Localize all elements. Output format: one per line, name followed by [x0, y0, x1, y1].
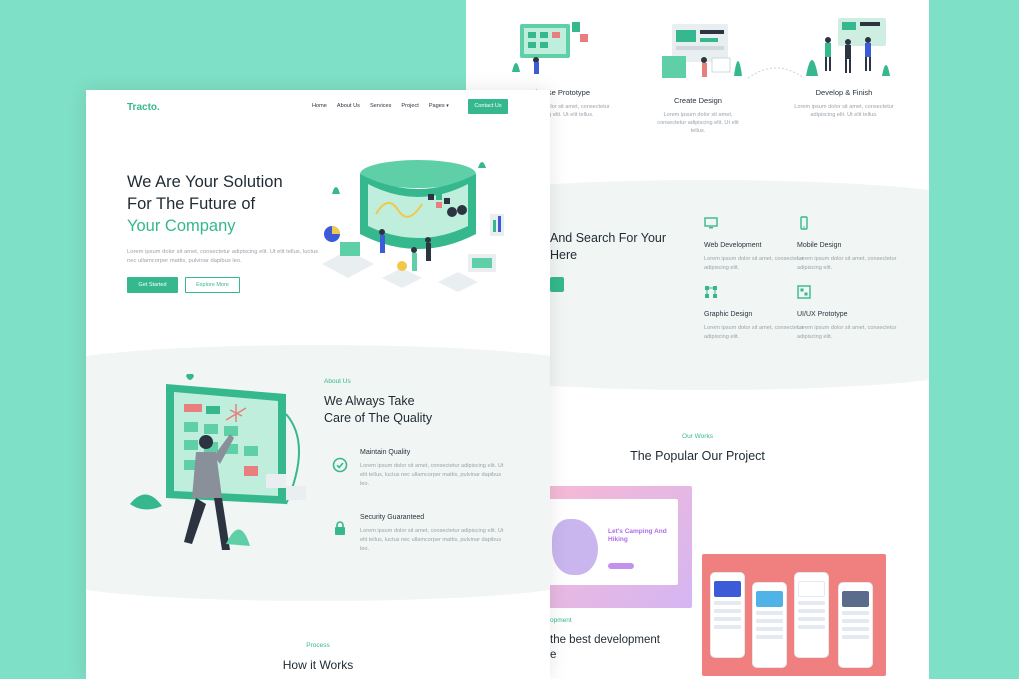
heading-line: the best development — [550, 634, 660, 646]
phone-mockup — [838, 582, 873, 668]
heading-line: e — [550, 649, 557, 661]
service-desc: Lorem ipsum dolor sit amet, consectetur … — [704, 256, 804, 271]
logo[interactable]: Tracto. — [127, 102, 160, 113]
nav-pages-label: Pages — [428, 103, 445, 109]
phone-mockup — [710, 572, 745, 658]
service-title: Web Development — [704, 242, 762, 249]
heading-line: Here — [550, 248, 578, 262]
monitor-icon — [704, 217, 718, 229]
project-preview-button — [608, 563, 634, 569]
nav-about-us[interactable]: About Us — [337, 103, 360, 109]
get-started-button[interactable]: Get Started — [127, 277, 178, 293]
step-desc: Lorem ipsum dolor sit amet, consectetur … — [794, 104, 894, 118]
nav-pages[interactable]: Pages ▾ — [429, 103, 449, 109]
check-circle-icon — [332, 457, 348, 473]
explore-more-button[interactable]: Explore More — [185, 277, 240, 293]
ui-ux-icon — [797, 285, 811, 299]
nav-project[interactable]: Project — [401, 103, 418, 109]
service-desc: Lorem ipsum dolor sit amet, consectetur … — [797, 256, 897, 271]
process-title: How it Works — [282, 658, 354, 672]
hero-line-accent: Your Company — [127, 217, 236, 235]
about-kicker: About Us — [324, 378, 351, 385]
project-card-mobile-app[interactable] — [702, 554, 886, 676]
project-preview-title: Let's Camping And Hiking — [608, 528, 667, 543]
hero-line: We Are Your Solution — [127, 173, 283, 191]
service-graphic-design: Graphic Design Lorem ipsum dolor sit ame… — [704, 285, 804, 342]
chevron-down-icon: ▾ — [446, 103, 449, 109]
project-card-camping[interactable]: Let's Camping And Hiking — [548, 486, 692, 608]
front-page-preview: Tracto. Home About Us Services Project P… — [86, 90, 550, 679]
main-nav: Home About Us Services Project Pages ▾ — [312, 103, 449, 109]
hero-title: We Are Your Solution For The Future of Y… — [127, 171, 283, 237]
mountain-illustration — [552, 519, 598, 575]
develop-finish-illustration — [806, 18, 890, 76]
phone-mockup — [752, 582, 787, 668]
service-title: Mobile Design — [797, 242, 842, 249]
contact-us-button[interactable]: Contact Us — [468, 99, 508, 114]
process-kicker: Process — [306, 642, 330, 649]
services-button-partial[interactable] — [550, 277, 564, 292]
hero-illustration — [322, 160, 504, 292]
heading-line: And Search For Your — [550, 231, 667, 245]
lock-icon — [335, 521, 345, 535]
services-heading: And Search For Your Here — [550, 230, 666, 264]
choose-prototype-illustration — [512, 22, 588, 74]
create-design-illustration — [662, 24, 742, 78]
development-title: the best development e — [550, 633, 660, 663]
step-create-design: Create Design Lorem ipsum dolor sit amet… — [652, 92, 744, 135]
hero-line: For The Future of — [127, 195, 256, 213]
steps-connector — [747, 67, 805, 79]
service-title: Graphic Design — [704, 311, 753, 318]
development-kicker: opment — [550, 617, 572, 624]
service-mobile-design: Mobile Design Lorem ipsum dolor sit amet… — [797, 216, 897, 273]
heading-line: Care of The Quality — [324, 411, 433, 425]
step-desc: Lorem ipsum dolor sit amet, consectetur … — [657, 112, 739, 134]
service-ui-ux-prototype: UI/UX Prototype Lorem ipsum dolor sit am… — [797, 285, 897, 342]
service-title: UI/UX Prototype — [797, 311, 848, 318]
service-web-development: Web Development Lorem ipsum dolor sit am… — [704, 216, 804, 273]
step-develop-finish: Develop & Finish Lorem ipsum dolor sit a… — [794, 84, 894, 119]
step-title: Develop & Finish — [815, 88, 873, 97]
feature-desc: Lorem ipsum dolor sit amet, consectetur … — [360, 528, 504, 552]
nav-home[interactable]: Home — [312, 103, 327, 109]
about-title: We Always Take Care of The Quality — [324, 393, 432, 427]
graphic-icon — [705, 286, 717, 298]
mobile-icon — [800, 216, 808, 230]
about-illustration — [130, 374, 306, 550]
heading-line: We Always Take — [324, 394, 415, 408]
service-desc: Lorem ipsum dolor sit amet, consectetur … — [797, 325, 897, 340]
nav-services[interactable]: Services — [370, 103, 391, 109]
phone-mockup — [794, 572, 829, 658]
feature-title: Maintain Quality — [360, 449, 411, 456]
feature-title: Security Guaranteed — [360, 514, 425, 521]
step-title: Create Design — [674, 96, 722, 105]
feature-desc: Lorem ipsum dolor sit amet, consectetur … — [360, 463, 504, 487]
project-preview: Let's Camping And Hiking — [548, 499, 678, 585]
service-desc: Lorem ipsum dolor sit amet, consectetur … — [704, 325, 804, 340]
hero-description: Lorem ipsum dolor sit amet, consectetur … — [127, 249, 319, 264]
